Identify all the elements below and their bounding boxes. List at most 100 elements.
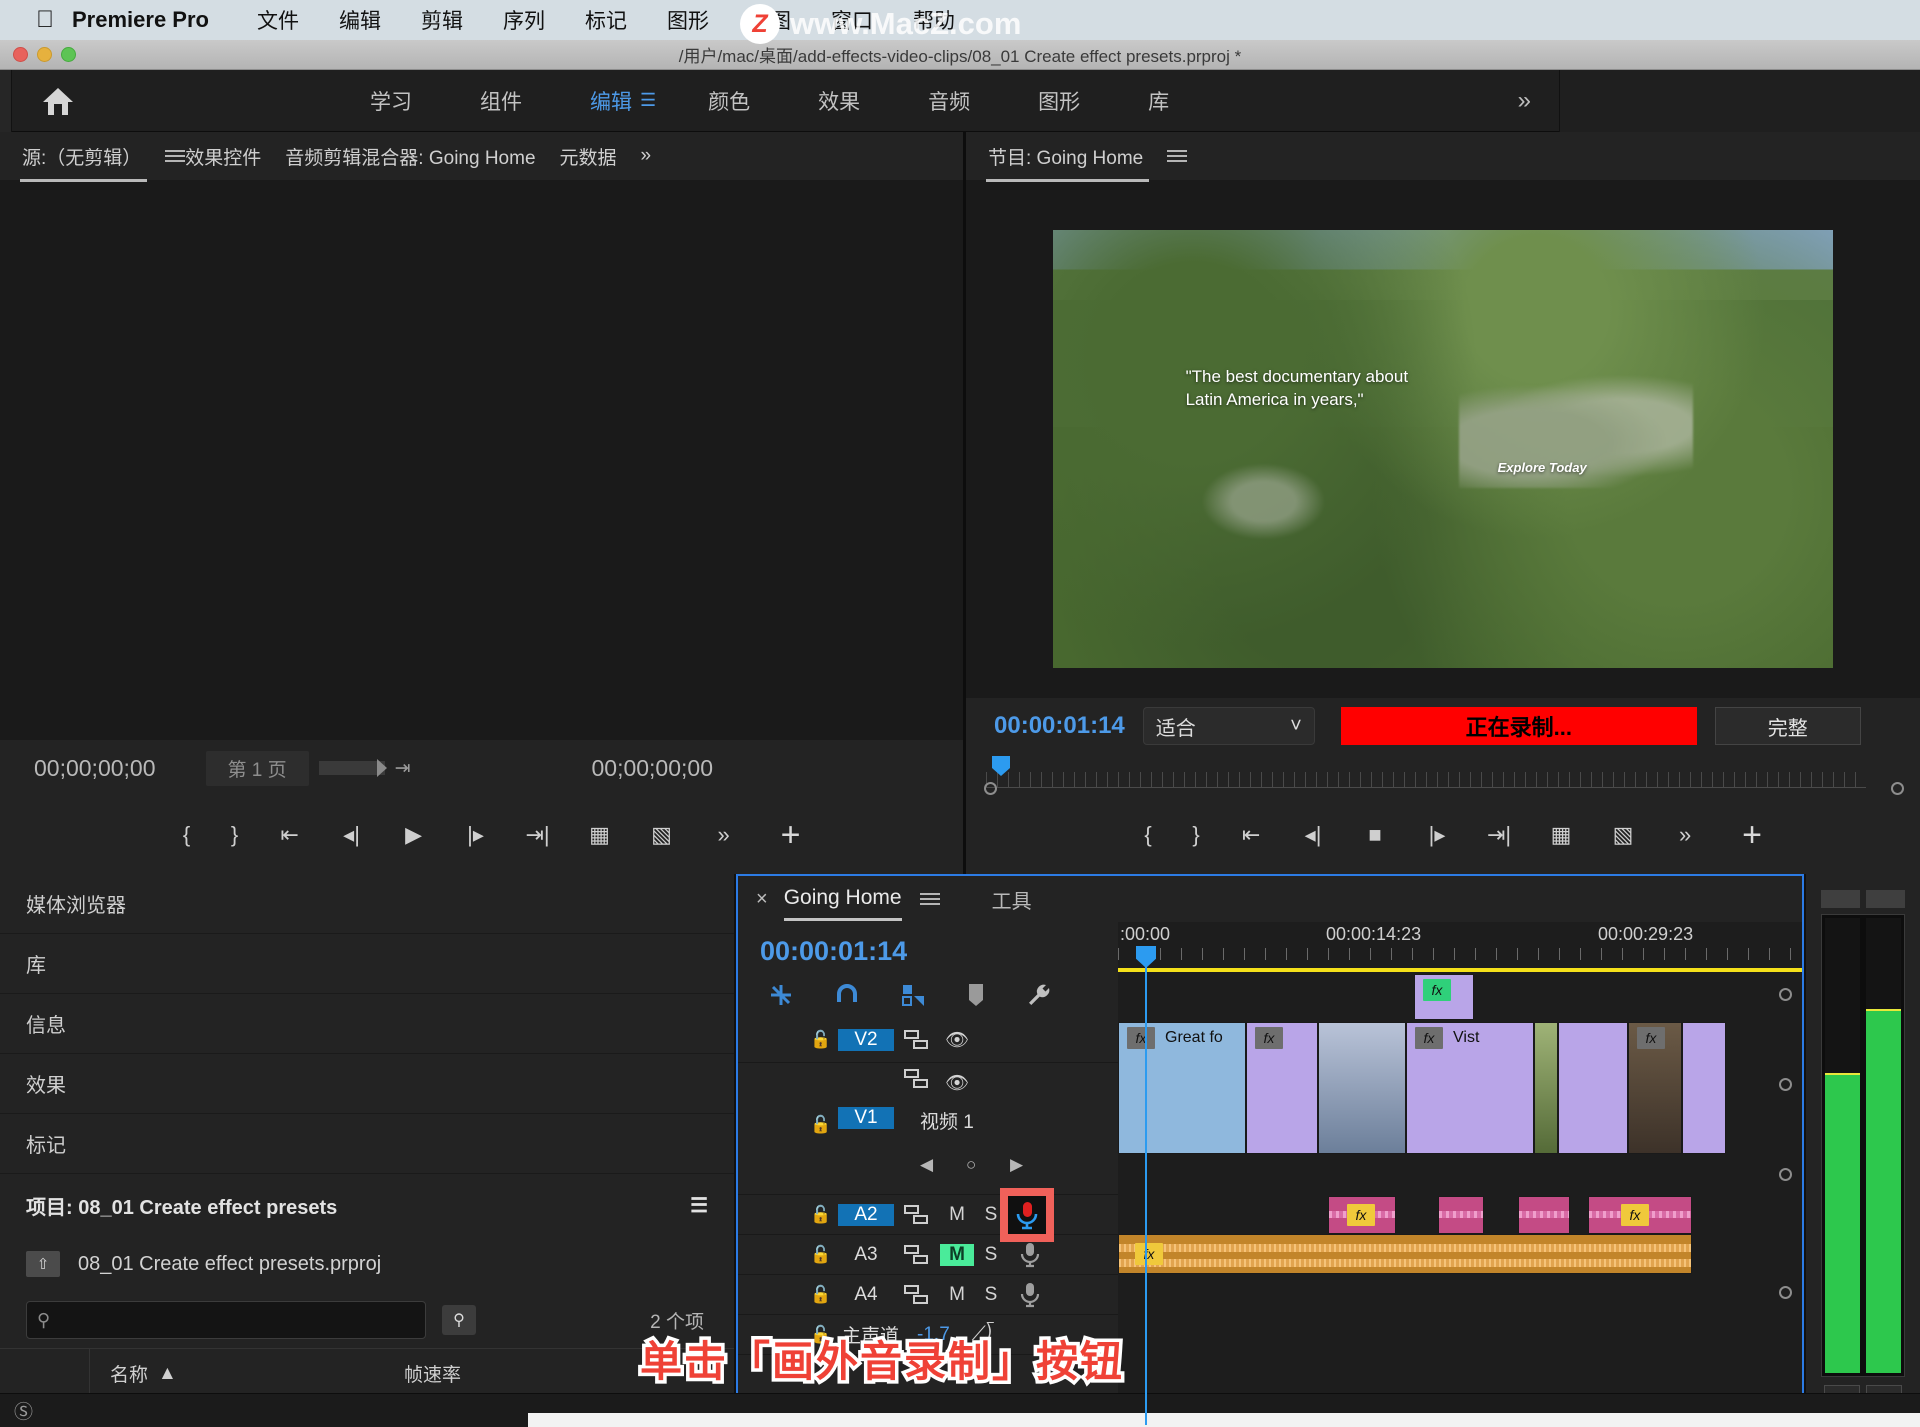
go-to-in-icon[interactable]: ⇤ (259, 822, 321, 848)
timeline-tabs[interactable]: × Going Home 工具 (738, 876, 1802, 922)
home-icon[interactable] (30, 85, 86, 117)
step-back-icon[interactable]: ◂| (321, 822, 383, 848)
clip-a3-3[interactable] (1518, 1196, 1570, 1234)
workspace-menu-icon[interactable]: ☰ (640, 90, 656, 111)
track-header-a3[interactable]: 🔓 A3 M S (738, 1235, 1118, 1275)
tab-color[interactable]: 颜色 (674, 86, 784, 116)
lane-handle-v1[interactable] (1779, 1078, 1792, 1091)
program-current-timecode[interactable]: 00:00:01:14 (994, 712, 1125, 740)
panel-effects[interactable]: 效果 (0, 1054, 734, 1114)
source-page-chip[interactable]: 第 1 页 (205, 750, 309, 786)
microphone-icon-a4[interactable] (1008, 1282, 1052, 1308)
menu-item-clip[interactable]: 剪辑 (401, 5, 483, 35)
program-panel-tabs[interactable]: 节目: Going Home (966, 132, 1920, 182)
snap-icon[interactable] (768, 982, 794, 1008)
lane-handle-v2[interactable] (1779, 988, 1792, 1001)
timeline-lane-a2[interactable] (1118, 1156, 1802, 1196)
close-icon[interactable]: × (756, 888, 768, 911)
clip-v1-4[interactable] (1534, 1022, 1558, 1154)
timeline-panel-menu-icon[interactable] (919, 890, 940, 908)
program-button-editor-icon[interactable]: + (1742, 816, 1762, 855)
track-header-v1[interactable]: 🔓 V1 👁 视频 1 ◀ ○ ▶ (738, 1063, 1118, 1195)
zoom-level-select[interactable]: 适合 ˅ (1142, 707, 1315, 745)
program-step-back-icon[interactable]: ◂| (1282, 822, 1344, 848)
timeline-lane-a4[interactable]: fx (1118, 1234, 1802, 1274)
tab-effects[interactable]: 效果 (784, 86, 894, 116)
meter-clip-indicators[interactable] (1821, 890, 1905, 908)
track-name-a2[interactable]: A2 (838, 1203, 894, 1226)
timeline-current-timecode[interactable]: 00:00:01:14 (738, 922, 1118, 973)
tab-effect-controls[interactable]: 效果控件 (185, 143, 285, 170)
program-go-to-in-icon[interactable]: ⇤ (1220, 822, 1282, 848)
track-header-a2[interactable]: 🔓 A2 M S (738, 1187, 1118, 1242)
marker-icon[interactable] (966, 982, 986, 1008)
microphone-icon-a2[interactable] (1000, 1187, 1054, 1242)
menu-item-edit[interactable]: 编辑 (319, 5, 401, 35)
source-monitor-stage[interactable] (0, 180, 963, 740)
program-stop-icon[interactable]: ■ (1344, 822, 1406, 848)
program-step-forward-icon[interactable]: |▸ (1406, 822, 1468, 848)
tab-assembly[interactable]: 组件 (446, 86, 556, 116)
find-icon[interactable]: ⚲ (442, 1305, 476, 1335)
timeline-toolbar[interactable] (738, 973, 1118, 1017)
source-zoom-slider[interactable] (318, 759, 387, 777)
menu-item-file[interactable]: 文件 (237, 5, 319, 35)
clip-a3-2[interactable] (1438, 1196, 1484, 1234)
timeline-lane-v2[interactable]: fx (1118, 974, 1802, 1020)
sync-lock-icon[interactable] (894, 1069, 940, 1089)
source-panel-tabs[interactable]: 源:（无剪辑） 效果控件 音频剪辑混合器: Going Home 元数据 » (0, 132, 963, 182)
program-zoom-handle-right[interactable] (1891, 782, 1904, 795)
overwrite-icon[interactable]: ▧ (631, 822, 693, 848)
solo-button-a4[interactable]: S (974, 1284, 1008, 1306)
keyframe-add-icon[interactable]: ○ (966, 1155, 976, 1175)
clip-v1-7[interactable] (1682, 1022, 1726, 1154)
source-page-controls[interactable]: 第 1 页 ⇥ (205, 750, 411, 786)
linked-selection-icon[interactable] (900, 982, 926, 1008)
lane-handle-master[interactable] (1779, 1286, 1792, 1299)
sync-lock-icon[interactable] (894, 1244, 940, 1265)
program-go-to-out-icon[interactable]: ⇥| (1468, 822, 1530, 848)
meter-clip-right[interactable] (1866, 890, 1905, 908)
source-transport-controls[interactable]: { } ⇤ ◂| ▶ |▸ ⇥| ▦ ▧ » + (0, 796, 963, 874)
program-extract-icon[interactable]: ▧ (1592, 822, 1654, 848)
program-mark-in-icon[interactable]: { (1124, 822, 1172, 848)
tab-learn[interactable]: 学习 (336, 86, 446, 116)
track-name-v2[interactable]: V2 (838, 1028, 894, 1051)
clip-v1-vist[interactable]: fx Vist (1406, 1022, 1534, 1154)
program-zoom-handle-left[interactable] (984, 782, 997, 795)
source-panel-menu-icon[interactable] (165, 147, 186, 165)
lock-icon[interactable]: 🔓 (810, 1245, 838, 1265)
clip-a4-1[interactable]: fx (1118, 1234, 1692, 1274)
source-transport-overflow-icon[interactable]: » (693, 822, 755, 848)
step-forward-icon[interactable]: |▸ (445, 822, 507, 848)
solo-button-a2[interactable]: S (974, 1204, 1008, 1226)
apple-logo-icon[interactable]:  (36, 8, 54, 32)
clip-v1-6[interactable]: fx (1628, 1022, 1682, 1154)
mute-button-a2[interactable]: M (940, 1204, 974, 1226)
menu-item-graphics[interactable]: 图形 (647, 5, 729, 35)
tab-tools[interactable]: 工具 (992, 885, 1032, 914)
workspace-tabs[interactable]: 学习 组件 编辑 ☰ 颜色 效果 音频 图形 库 (336, 86, 1203, 116)
menu-item-marker[interactable]: 标记 (565, 5, 647, 35)
clip-a3-1[interactable]: fx (1328, 1196, 1396, 1234)
source-tabs-overflow-icon[interactable]: » (641, 145, 676, 167)
solo-button-a3[interactable]: S (974, 1244, 1008, 1266)
timeline-lane-v1[interactable]: fx Great fo fx fx Vist fx (1118, 1022, 1802, 1154)
lock-icon[interactable]: 🔓 (810, 1030, 838, 1050)
lane-handle-a2[interactable] (1779, 1168, 1792, 1181)
workspace-overflow-icon[interactable]: » (1490, 87, 1559, 115)
panel-libraries[interactable]: 库 (0, 934, 734, 994)
mute-button-a3[interactable]: M (940, 1243, 974, 1266)
tab-editing[interactable]: 编辑 (556, 86, 640, 116)
sync-lock-icon[interactable] (894, 1204, 940, 1225)
tab-graphics[interactable]: 图形 (1004, 86, 1114, 116)
clip-v2-1[interactable]: fx (1414, 974, 1474, 1020)
track-name-a4[interactable]: A4 (838, 1284, 894, 1306)
tab-program[interactable]: 节目: Going Home (985, 143, 1167, 182)
search-input[interactable]: ⚲ (26, 1301, 426, 1339)
sync-lock-icon[interactable] (894, 1284, 940, 1305)
lock-icon[interactable]: 🔓 (810, 1115, 838, 1135)
program-lift-icon[interactable]: ▦ (1530, 822, 1592, 848)
source-step-icon[interactable]: ⇥ (395, 757, 411, 780)
tab-libraries[interactable]: 库 (1114, 86, 1203, 116)
